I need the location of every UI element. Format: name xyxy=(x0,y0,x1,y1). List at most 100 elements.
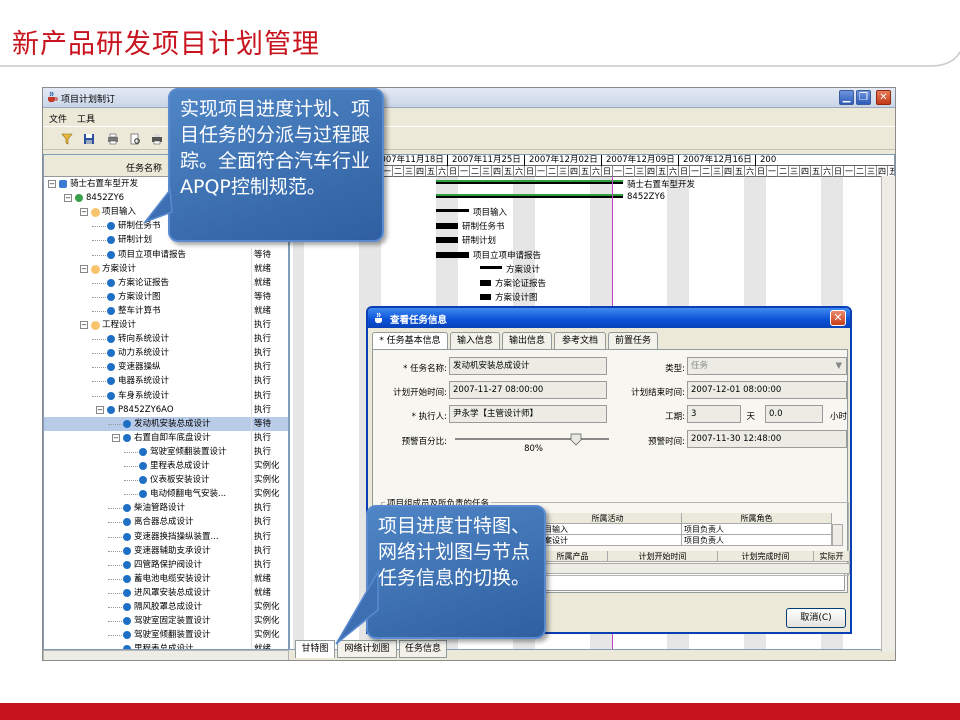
gantt-task-bar[interactable] xyxy=(480,265,502,269)
print-setup-icon[interactable] xyxy=(151,133,163,145)
tree-row[interactable]: 方案论证报告 就绪 xyxy=(44,275,288,290)
executor-field[interactable]: 尹永学【主管设计师】 xyxy=(449,405,607,423)
task-icon xyxy=(107,363,115,372)
window-title: 项目计划制订 xyxy=(61,95,116,105)
tree-row[interactable]: 驾驶室倾翻装置设计 执行 xyxy=(44,444,288,459)
tree-row[interactable]: 柴油管路设计 执行 xyxy=(44,501,288,516)
gantt-day-label: 一 xyxy=(612,166,622,177)
close-dialog-button[interactable]: ✕ xyxy=(830,310,846,326)
tree-row[interactable]: 电器系统设计 执行 xyxy=(44,374,288,389)
tree-row[interactable]: 四管路保护阀设计 执行 xyxy=(44,557,288,572)
type-label: 类型: xyxy=(665,364,685,374)
tree-row[interactable]: 整车计算书 就绪 xyxy=(44,303,288,318)
tree-row[interactable]: 变速器操纵 执行 xyxy=(44,360,288,375)
tab-basic-info[interactable]: * 任务基本信息 xyxy=(372,332,448,350)
plan-end-field[interactable]: 2007-12-01 08:00:00 xyxy=(687,381,847,399)
gantt-task-bar[interactable] xyxy=(480,293,491,300)
task-column-header[interactable]: 计划完成时间 xyxy=(718,551,814,562)
gantt-bar-label: 研制计划 xyxy=(462,236,497,247)
warn-time-field[interactable]: 2007-11-30 12:48:00 xyxy=(687,430,847,448)
tab-reference-docs[interactable]: 参考文档 xyxy=(554,332,606,350)
task-column-header[interactable]: 所属产品 xyxy=(538,551,608,562)
members-scrollbar[interactable] xyxy=(832,524,843,546)
collapse-toggle-icon[interactable]: − xyxy=(96,405,104,414)
tree-row[interactable]: 驾驶室倾翻装置设计 实例化 xyxy=(44,628,288,643)
collapse-toggle-icon[interactable]: − xyxy=(64,194,72,203)
collapse-toggle-icon[interactable]: − xyxy=(80,208,88,217)
tree-row[interactable]: 车身系统设计 执行 xyxy=(44,388,288,403)
members-column-header[interactable]: 所属活动 xyxy=(534,513,682,524)
tree-row[interactable]: 进风罩安装总成设计 就绪 xyxy=(44,585,288,600)
tree-row[interactable]: 转向系统设计 执行 xyxy=(44,332,288,347)
tree-row[interactable]: 仪表板安装设计 实例化 xyxy=(44,473,288,488)
members-cell[interactable]: 项目负责人 xyxy=(682,535,832,546)
close-window-button[interactable]: ✕ xyxy=(876,90,891,105)
tree-row[interactable]: − 方案设计 就绪 xyxy=(44,261,288,276)
task-column-header[interactable]: 计划开始时间 xyxy=(608,551,718,562)
menu-file[interactable]: 文件 xyxy=(49,112,67,125)
collapse-toggle-icon[interactable]: − xyxy=(112,433,120,442)
gantt-task-bar[interactable] xyxy=(436,209,469,213)
tree-row[interactable]: 隔风胶罩总成设计 实例化 xyxy=(44,600,288,614)
tree-row[interactable]: 电动倾翻电气安装... 实例化 xyxy=(44,487,288,502)
minimize-button[interactable]: ▁ xyxy=(839,90,854,105)
tree-row[interactable]: 驾驶室固定装置设计 实例化 xyxy=(44,614,288,629)
tab-input-info[interactable]: 输入信息 xyxy=(450,332,500,350)
cancel-button[interactable]: 取消(C) xyxy=(786,608,846,628)
collapse-toggle-icon[interactable]: − xyxy=(80,264,88,273)
tab-task-info[interactable]: 任务信息 xyxy=(399,640,447,658)
gantt-day-label: 三 xyxy=(480,166,490,177)
gantt-vertical-scrollbar[interactable] xyxy=(881,176,895,652)
tree-horizontal-scrollbar[interactable] xyxy=(43,650,289,660)
gantt-task-bar[interactable] xyxy=(436,251,469,258)
preview-icon[interactable] xyxy=(129,133,141,145)
restore-button[interactable]: ❐ xyxy=(856,90,871,105)
filter-icon[interactable] xyxy=(61,133,73,145)
tree-row[interactable]: − 工程设计 执行 xyxy=(44,318,288,332)
tree-row[interactable]: − P8452ZY6AO 执行 xyxy=(44,402,288,417)
members-column-header[interactable]: 所属角色 xyxy=(682,513,832,524)
type-select[interactable]: 任务 ▼ xyxy=(687,357,847,375)
tree-connector xyxy=(108,550,122,552)
tree-connector xyxy=(108,522,122,524)
tree-row[interactable]: 动力系统设计 执行 xyxy=(44,346,288,361)
gantt-day-label: 日 xyxy=(678,166,688,177)
tree-row[interactable]: 蓄电池电缆安装设计 就绪 xyxy=(44,571,288,586)
hours-field[interactable]: 0.0 xyxy=(765,405,823,423)
tree-row-label: 方案设计图 xyxy=(118,291,161,302)
tree-row[interactable]: 离合器总成设计 执行 xyxy=(44,515,288,530)
tab-gantt[interactable]: 甘特图 xyxy=(295,640,335,658)
task-column-header[interactable]: 实际开 xyxy=(814,551,850,562)
tree-row[interactable]: − 右置自卸车底盘设计 执行 xyxy=(44,430,288,445)
tree-row[interactable]: 里程表总成设计 实例化 xyxy=(44,459,288,473)
project-icon xyxy=(75,194,83,203)
task-name-field[interactable]: 发动机安装总成设计 xyxy=(449,357,607,375)
tree-row[interactable]: 变速器换挡操纵装置... 执行 xyxy=(44,529,288,544)
members-cell[interactable]: 项目负责人 xyxy=(682,524,832,535)
tree-row-status: 实例化 xyxy=(251,614,288,629)
collapse-toggle-icon[interactable]: − xyxy=(80,321,88,329)
save-icon[interactable] xyxy=(83,133,95,145)
tree-row[interactable]: 变速器辅助支承设计 执行 xyxy=(44,543,288,558)
task-icon xyxy=(107,391,115,400)
task-table-scrollbar[interactable] xyxy=(538,563,850,574)
print-icon[interactable] xyxy=(107,133,119,145)
gantt-task-bar[interactable] xyxy=(480,279,491,286)
tree-row-label: 隔风胶罩总成设计 xyxy=(134,602,203,612)
menu-tools[interactable]: 工具 xyxy=(77,112,95,125)
tree-row[interactable]: 项目立项申请报告 等待 xyxy=(44,247,288,262)
plan-start-field[interactable]: 2007-11-27 08:00:00 xyxy=(449,381,607,399)
tab-predecessor-tasks[interactable]: 前置任务 xyxy=(608,332,658,350)
tab-output-info[interactable]: 输出信息 xyxy=(502,332,552,350)
duration-field[interactable]: 3 xyxy=(687,405,741,423)
tree-row[interactable]: 发动机安装总成设计 等待 xyxy=(44,416,288,431)
collapse-toggle-icon[interactable]: − xyxy=(48,180,56,188)
gantt-task-bar[interactable] xyxy=(436,237,458,244)
members-cell[interactable]: 方案设计 xyxy=(534,535,682,546)
tree-row[interactable]: 方案设计图 等待 xyxy=(44,289,288,304)
tree-row-status: 就绪 xyxy=(251,275,288,290)
tree-row[interactable]: 里程表总成设计 就绪 xyxy=(44,642,288,649)
tree-row-status: 实例化 xyxy=(251,628,288,643)
gantt-task-bar[interactable] xyxy=(436,223,458,230)
members-cell[interactable]: 项目输入 xyxy=(534,524,682,535)
